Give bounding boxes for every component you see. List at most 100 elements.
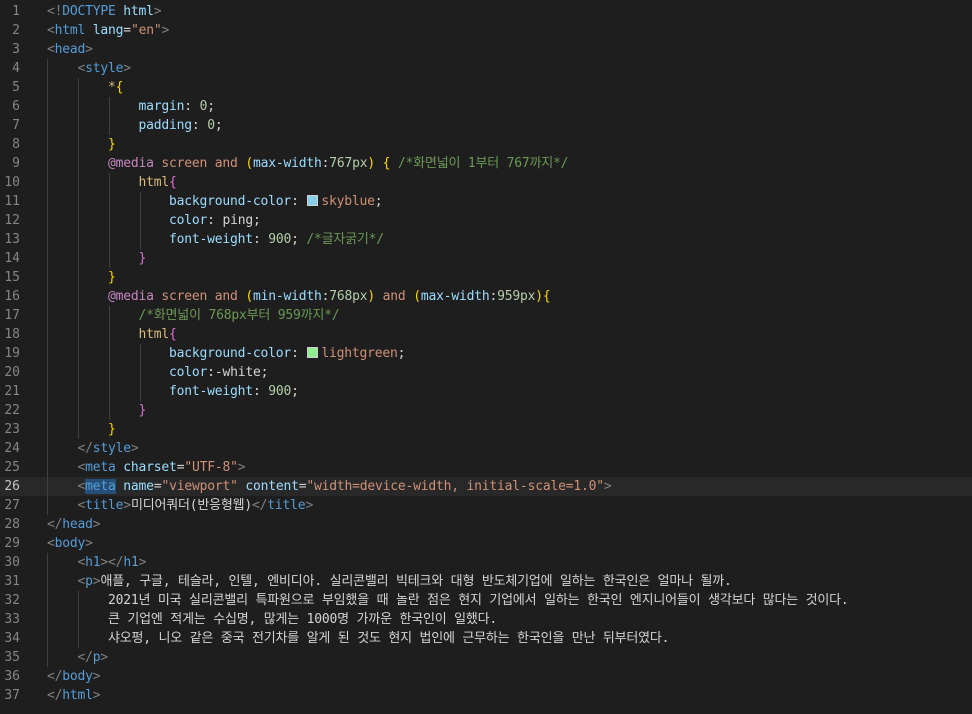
code-text: background-color: skyblue; [47,192,383,211]
code-line[interactable]: 31 <p>애플, 구글, 테슬라, 인텔, 엔비디아. 실리콘밸리 빅테크와 … [0,572,972,591]
code-token: > [161,23,170,38]
code-token: ping [222,213,253,228]
code-token: 767px [329,156,368,171]
code-token: > [153,4,162,19]
code-line[interactable]: 16 @media screen and (min-width:768px) a… [0,287,972,306]
color-swatch-icon[interactable] [307,347,319,358]
code-line[interactable]: 28 </head> [0,515,972,534]
code-token: > [138,555,147,570]
code-text: } [47,401,147,420]
code-line[interactable]: 20 color:-white; [0,363,972,382]
code-line[interactable]: 34 샤오펑, 니오 같은 중국 전기차를 알게 된 것도 현지 법인에 근무하… [0,629,972,648]
code-text: /*화면넓이 768px부터 959까지*/ [47,306,340,325]
line-number: 19 [4,346,20,361]
code-token: html [54,23,86,38]
code-line[interactable]: 21 font-weight: 900; [0,382,972,401]
code-text: html{ [47,325,177,344]
code-token: /*화면넓이 1부터 767까지*/ [397,156,569,171]
code-line[interactable]: 6 margin: 0; [0,97,972,116]
code-token: lightgreen [321,346,398,361]
line-number: 32 [4,593,20,608]
code-line[interactable]: 12 color: ping; [0,211,972,230]
code-text: 2021년 미국 실리콘밸리 특파원으로 부임했을 때 놀란 점은 현지 기업에… [47,591,849,610]
code-token: > [130,441,139,456]
code-token: 샤오펑, 니오 같은 중국 전기차를 알게 된 것도 현지 법인에 근무하는 한… [108,631,670,646]
code-token: ; [207,99,215,114]
color-swatch-icon[interactable] [307,195,319,206]
code-token: ) [367,156,376,171]
code-line[interactable]: 24 </style> [0,439,972,458]
code-token: 900 [268,384,292,399]
code-line[interactable]: 2 <html lang="en"> [0,21,972,40]
code-token: > [85,536,93,551]
code-token: : [207,213,223,228]
code-line[interactable]: 26 <meta name="viewport" content="width=… [0,477,972,496]
code-line[interactable]: 19 background-color: lightgreen; [0,344,972,363]
code-line[interactable]: 36 </body> [0,667,972,686]
code-token: </ [252,498,268,513]
line-number: 8 [12,137,20,152]
code-line[interactable]: 29 <body> [0,534,972,553]
code-token: ; [374,194,383,209]
code-line[interactable]: 33 큰 기업엔 적게는 수십명, 많게는 1000명 가까운 한국인이 일했다… [0,610,972,629]
code-token: < [77,479,86,494]
line-number: 3 [12,42,20,57]
line-number: 35 [4,650,20,665]
code-line[interactable]: 17 /*화면넓이 768px부터 959까지*/ [0,306,972,325]
code-token: { [542,289,551,304]
code-line[interactable]: 32 2021년 미국 실리콘밸리 특파원으로 부임했을 때 놀란 점은 현지 … [0,591,972,610]
code-line[interactable]: 10 html{ [0,173,972,192]
code-line[interactable]: 30 <h1></h1> [0,553,972,572]
code-text: *{ [47,78,123,97]
code-line[interactable]: 5 *{ [0,78,972,97]
code-token: html [115,4,154,19]
code-text: <title>미디어쿼더(반응형웹)</title> [47,496,314,515]
code-token: </ [47,669,63,684]
code-line[interactable]: 27 <title>미디어쿼더(반응형웹)</title> [0,496,972,515]
code-text: font-weight: 900; [47,382,299,401]
code-line[interactable]: 13 font-weight: 900; /*글자굵기*/ [0,230,972,249]
code-line[interactable]: 18 html{ [0,325,972,344]
code-line[interactable]: 7 padding: 0; [0,116,972,135]
code-line[interactable]: 4 <style> [0,59,972,78]
code-token: < [47,23,55,38]
code-token: : [252,232,269,247]
code-line[interactable]: 3 <head> [0,40,972,59]
line-number: 15 [4,270,20,285]
code-token: name [115,479,154,494]
code-token: -white [214,365,261,380]
code-text: html{ [47,173,177,192]
code-token: @media [108,289,154,304]
line-number: 37 [4,688,20,703]
code-token: > [100,650,109,665]
code-line[interactable]: 1 <!DOCTYPE html> [0,2,972,21]
code-line[interactable]: 8 } [0,135,972,154]
line-number: 25 [4,460,20,475]
code-token: > [305,498,314,513]
line-number: 29 [4,536,20,551]
code-text: <!DOCTYPE html> [47,2,162,21]
code-line[interactable]: 25 <meta charset="UTF-8"> [0,458,972,477]
code-token: h1 [123,555,139,570]
code-text: } [47,268,116,287]
code-line[interactable]: 9 @media screen and (max-width:767px) { … [0,154,972,173]
code-line[interactable]: 11 background-color: skyblue; [0,192,972,211]
line-number: 28 [4,517,20,532]
code-token: ></ [100,555,124,570]
code-text: </body> [47,667,101,686]
code-token: > [92,669,101,684]
code-line[interactable]: 22 } [0,401,972,420]
line-number: 24 [4,441,20,456]
code-token: ) [367,289,376,304]
code-line[interactable]: 14 } [0,249,972,268]
code-text: </head> [47,515,101,534]
code-text: </html> [47,686,101,705]
code-editor[interactable]: 1 <!DOCTYPE html> 2 <html lang="en"> 3 <head>… [0,0,972,714]
code-line[interactable]: 37 </html> [0,686,972,705]
code-line[interactable]: 23 } [0,420,972,439]
code-line[interactable]: 35 </p> [0,648,972,667]
code-line[interactable]: 15 } [0,268,972,287]
